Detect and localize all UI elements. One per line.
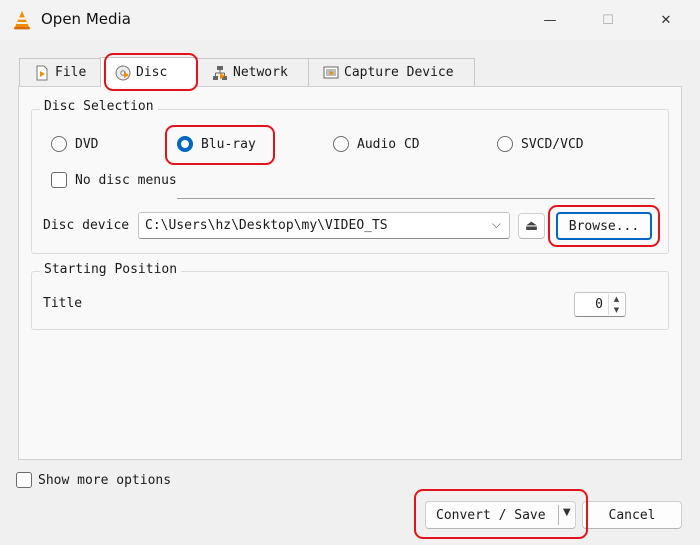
radio-blu-ray-button[interactable]	[177, 136, 193, 152]
file-icon	[36, 65, 48, 80]
maximize-button[interactable]: ☐	[588, 6, 628, 34]
capture-device-icon	[323, 66, 339, 78]
tab-network[interactable]: Network	[197, 58, 309, 86]
radio-audio-cd-button[interactable]	[333, 136, 349, 152]
radio-audio-cd[interactable]: Audio CD	[333, 136, 420, 152]
tab-capture-device-label: Capture Device	[344, 65, 454, 80]
browse-button[interactable]: Browse...	[556, 212, 652, 240]
tab-capture-device[interactable]: Capture Device	[308, 58, 475, 86]
radio-svcd-vcd[interactable]: SVCD/VCD	[497, 136, 584, 152]
disc-selection-heading: Disc Selection	[40, 99, 158, 114]
starting-position-heading: Starting Position	[40, 262, 182, 277]
tab-disc[interactable]: Disc	[100, 57, 198, 87]
eject-button[interactable]: ⏏	[518, 213, 545, 239]
separator-line	[177, 198, 655, 199]
tab-network-label: Network	[233, 65, 288, 80]
radio-svcd-vcd-button[interactable]	[497, 136, 513, 152]
title-spinbox-value: 0	[595, 297, 603, 312]
show-more-options-box[interactable]	[16, 472, 32, 488]
split-divider	[558, 505, 559, 525]
disc-device-value: C:\Users\hz\Desktop\my\VIDEO_TS	[145, 218, 388, 233]
title-bar[interactable]: Open Media — ☐ ✕	[0, 0, 700, 40]
radio-dvd[interactable]: DVD	[51, 136, 98, 152]
disc-device-label: Disc device	[43, 218, 130, 233]
radio-audio-cd-label: Audio CD	[357, 136, 420, 152]
close-button[interactable]: ✕	[646, 6, 686, 34]
close-icon: ✕	[660, 12, 672, 28]
minimize-button[interactable]: —	[530, 6, 570, 34]
maximize-icon: ☐	[602, 12, 614, 28]
radio-blu-ray[interactable]: Blu-ray	[177, 136, 256, 152]
spin-up-icon[interactable]: ▲	[608, 294, 624, 305]
window-title: Open Media	[41, 10, 131, 28]
disc-icon	[115, 65, 131, 80]
title-spinbox[interactable]: 0 ▲ ▼	[574, 292, 626, 317]
disc-device-combobox[interactable]: C:\Users\hz\Desktop\my\VIDEO_TS ⌵	[138, 212, 510, 239]
convert-save-label: Convert / Save	[436, 507, 546, 523]
cancel-button[interactable]: Cancel	[582, 501, 682, 529]
dropdown-arrow-icon[interactable]: ▼	[563, 507, 571, 518]
no-disc-menus-box[interactable]	[51, 172, 67, 188]
minimize-icon: —	[543, 12, 557, 28]
network-icon	[213, 65, 227, 80]
radio-svcd-vcd-label: SVCD/VCD	[521, 136, 584, 152]
show-more-options-label: Show more options	[38, 472, 172, 488]
tab-disc-label: Disc	[136, 65, 168, 80]
radio-blu-ray-label: Blu-ray	[201, 136, 256, 152]
radio-dvd-label: DVD	[75, 136, 99, 152]
convert-save-button[interactable]: Convert / Save ▼	[425, 501, 576, 529]
title-label: Title	[43, 296, 83, 311]
tab-file[interactable]: File	[19, 58, 101, 86]
open-media-window: Open Media — ☐ ✕ File Disc Network Captu…	[0, 0, 700, 545]
no-disc-menus-label: No disc menus	[75, 172, 177, 188]
tab-file-label: File	[55, 65, 87, 80]
eject-icon: ⏏	[524, 218, 539, 234]
vlc-cone-icon	[14, 11, 30, 30]
cancel-button-label: Cancel	[608, 507, 656, 523]
browse-button-label: Browse...	[568, 218, 640, 234]
chevron-down-icon[interactable]: ⌵	[492, 217, 501, 232]
radio-dvd-button[interactable]	[51, 136, 67, 152]
no-disc-menus-checkbox[interactable]: No disc menus	[51, 172, 177, 188]
spin-down-icon[interactable]: ▼	[608, 304, 624, 315]
show-more-options-checkbox[interactable]: Show more options	[16, 472, 171, 488]
